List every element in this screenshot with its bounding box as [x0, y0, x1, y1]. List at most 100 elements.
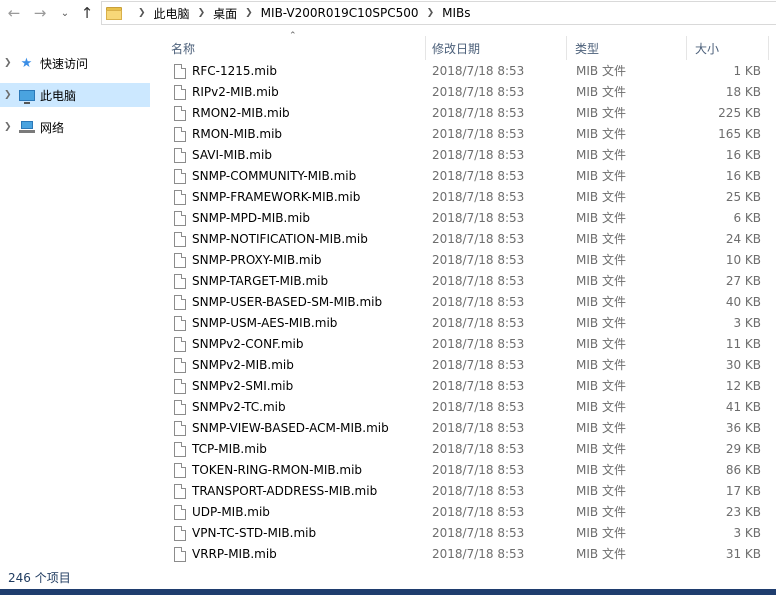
file-name: RIPv2-MIB.mib: [192, 85, 279, 99]
file-date: 2018/7/18 8:53: [432, 526, 525, 540]
column-header-row: 名称 修改日期 类型 大小: [158, 34, 776, 62]
file-icon: [174, 169, 186, 184]
file-name: SNMP-FRAMEWORK-MIB.mib: [192, 190, 361, 204]
file-row[interactable]: SNMPv2-SMI.mib 2018/7/18 8:53 MIB 文件 12 KB: [158, 376, 776, 397]
file-row[interactable]: SNMP-USER-BASED-SM-MIB.mib 2018/7/18 8:53…: [158, 292, 776, 313]
file-size: 41 KB: [725, 400, 761, 414]
breadcrumb-chevron-icon[interactable]: ❯: [138, 8, 146, 18]
expand-chevron-icon[interactable]: ❯: [4, 90, 18, 100]
file-row[interactable]: UDP-MIB.mib 2018/7/18 8:53 MIB 文件 23 KB: [158, 502, 776, 523]
forward-arrow-icon[interactable]: →: [29, 3, 51, 23]
file-date: 2018/7/18 8:53: [432, 400, 525, 414]
nav-item-network[interactable]: ❯ 网络: [0, 115, 150, 139]
file-icon: [174, 232, 186, 247]
file-row[interactable]: SNMP-PROXY-MIB.mib 2018/7/18 8:53 MIB 文件 10…: [158, 250, 776, 271]
file-name: TCP-MIB.mib: [192, 442, 267, 456]
file-size: 27 KB: [725, 274, 761, 288]
file-row[interactable]: SNMP-TARGET-MIB.mib 2018/7/18 8:53 MIB 文件 2…: [158, 271, 776, 292]
file-type: MIB 文件: [576, 547, 626, 561]
column-header-date[interactable]: 修改日期: [419, 34, 561, 62]
file-name: RMON2-MIB.mib: [192, 106, 290, 120]
file-type: MIB 文件: [576, 64, 626, 78]
breadcrumb-chevron-icon[interactable]: ❯: [427, 8, 435, 18]
file-type: MIB 文件: [576, 169, 626, 183]
expand-chevron-icon[interactable]: ❯: [4, 122, 18, 132]
file-row[interactable]: TCP-MIB.mib 2018/7/18 8:53 MIB 文件 29 KB: [158, 439, 776, 460]
file-name: SNMP-USM-AES-MIB.mib: [192, 316, 338, 330]
file-icon: [174, 505, 186, 520]
file-size: 16 KB: [725, 169, 761, 183]
breadcrumb-mib-folder[interactable]: MIB-V200R019C10SPC500: [261, 6, 419, 20]
file-size: 3 KB: [733, 526, 761, 540]
file-icon: [174, 148, 186, 163]
recent-locations-chevron-icon[interactable]: ⌄: [56, 3, 74, 23]
file-name: UDP-MIB.mib: [192, 505, 270, 519]
nav-item-quick-access[interactable]: ❯ ★ 快速访问: [0, 51, 150, 75]
file-row[interactable]: RIPv2-MIB.mib 2018/7/18 8:53 MIB 文件 18 KB: [158, 82, 776, 103]
column-header-name[interactable]: 名称: [158, 34, 425, 62]
file-row[interactable]: VPN-TC-STD-MIB.mib 2018/7/18 8:53 MIB 文件 3 …: [158, 523, 776, 544]
column-header-type[interactable]: 类型: [562, 34, 680, 62]
file-type: MIB 文件: [576, 337, 626, 351]
taskbar-edge: [0, 589, 776, 595]
file-icon: [174, 463, 186, 478]
file-row[interactable]: RMON2-MIB.mib 2018/7/18 8:53 MIB 文件 225 KB: [158, 103, 776, 124]
nav-label: 快速访问: [40, 56, 89, 71]
file-icon: [174, 127, 186, 142]
file-icon: [174, 190, 186, 205]
file-row[interactable]: SNMP-NOTIFICATION-MIB.mib 2018/7/18 8:53 M…: [158, 229, 776, 250]
file-size: 11 KB: [725, 337, 761, 351]
breadcrumb-chevron-icon[interactable]: ❯: [245, 8, 253, 18]
file-date: 2018/7/18 8:53: [432, 253, 525, 267]
address-bar[interactable]: ❯ 此电脑 ❯ 桌面 ❯ MIB-V200R019C10SPC500 ❯ MIB…: [101, 1, 776, 25]
up-arrow-icon[interactable]: ↑: [76, 3, 98, 23]
nav-item-this-pc[interactable]: ❯ 此电脑: [0, 83, 150, 107]
breadcrumb-this-pc[interactable]: 此电脑: [154, 5, 190, 22]
file-date: 2018/7/18 8:53: [432, 295, 525, 309]
file-date: 2018/7/18 8:53: [432, 442, 525, 456]
file-row[interactable]: SNMPv2-CONF.mib 2018/7/18 8:53 MIB 文件 11 KB: [158, 334, 776, 355]
file-icon: [174, 400, 186, 415]
file-row[interactable]: SNMP-COMMUNITY-MIB.mib 2018/7/18 8:53 MIB …: [158, 166, 776, 187]
file-row[interactable]: SNMPv2-TC.mib 2018/7/18 8:53 MIB 文件 41 KB: [158, 397, 776, 418]
file-icon: [174, 421, 186, 436]
file-row[interactable]: VRRP-MIB.mib 2018/7/18 8:53 MIB 文件 31 KB: [158, 544, 776, 565]
file-type: MIB 文件: [576, 190, 626, 204]
file-row[interactable]: SAVI-MIB.mib 2018/7/18 8:53 MIB 文件 16 KB: [158, 145, 776, 166]
file-size: 31 KB: [725, 547, 761, 561]
column-divider[interactable]: [768, 36, 769, 60]
file-icon: [174, 253, 186, 268]
file-row[interactable]: SNMP-VIEW-BASED-ACM-MIB.mib 2018/7/18 8:5…: [158, 418, 776, 439]
file-date: 2018/7/18 8:53: [432, 190, 525, 204]
file-type: MIB 文件: [576, 526, 626, 540]
file-size: 1 KB: [733, 64, 761, 78]
file-type: MIB 文件: [576, 463, 626, 477]
file-size: 30 KB: [725, 358, 761, 372]
file-row[interactable]: RFC-1215.mib 2018/7/18 8:53 MIB 文件 1 KB: [158, 61, 776, 82]
file-date: 2018/7/18 8:53: [432, 484, 525, 498]
file-size: 165 KB: [718, 127, 761, 141]
breadcrumb-mibs[interactable]: MIBs: [442, 6, 470, 20]
file-row[interactable]: SNMPv2-MIB.mib 2018/7/18 8:53 MIB 文件 30 KB: [158, 355, 776, 376]
file-size: 12 KB: [725, 379, 761, 393]
file-row[interactable]: RMON-MIB.mib 2018/7/18 8:53 MIB 文件 165 KB: [158, 124, 776, 145]
breadcrumb-chevron-icon[interactable]: ❯: [198, 8, 206, 18]
file-date: 2018/7/18 8:53: [432, 274, 525, 288]
file-date: 2018/7/18 8:53: [432, 421, 525, 435]
column-header-size[interactable]: 大小: [682, 34, 772, 62]
breadcrumb-desktop[interactable]: 桌面: [213, 5, 237, 22]
back-arrow-icon[interactable]: ←: [3, 3, 25, 23]
file-row[interactable]: SNMP-USM-AES-MIB.mib 2018/7/18 8:53 MIB 文件…: [158, 313, 776, 334]
file-row[interactable]: TRANSPORT-ADDRESS-MIB.mib 2018/7/18 8:53 M…: [158, 481, 776, 502]
file-date: 2018/7/18 8:53: [432, 211, 525, 225]
navigation-pane: ❯ ★ 快速访问 ❯ 此电脑 ❯ 网络: [0, 27, 158, 565]
file-row[interactable]: SNMP-FRAMEWORK-MIB.mib 2018/7/18 8:53 MIB …: [158, 187, 776, 208]
file-name: SAVI-MIB.mib: [192, 148, 272, 162]
file-row[interactable]: TOKEN-RING-RMON-MIB.mib 2018/7/18 8:53 MIB…: [158, 460, 776, 481]
expand-chevron-icon[interactable]: ❯: [4, 58, 18, 68]
file-row[interactable]: SNMP-MPD-MIB.mib 2018/7/18 8:53 MIB 文件 6 KB: [158, 208, 776, 229]
file-type: MIB 文件: [576, 274, 626, 288]
file-type: MIB 文件: [576, 232, 626, 246]
file-icon: [174, 484, 186, 499]
file-name: TOKEN-RING-RMON-MIB.mib: [192, 463, 363, 477]
